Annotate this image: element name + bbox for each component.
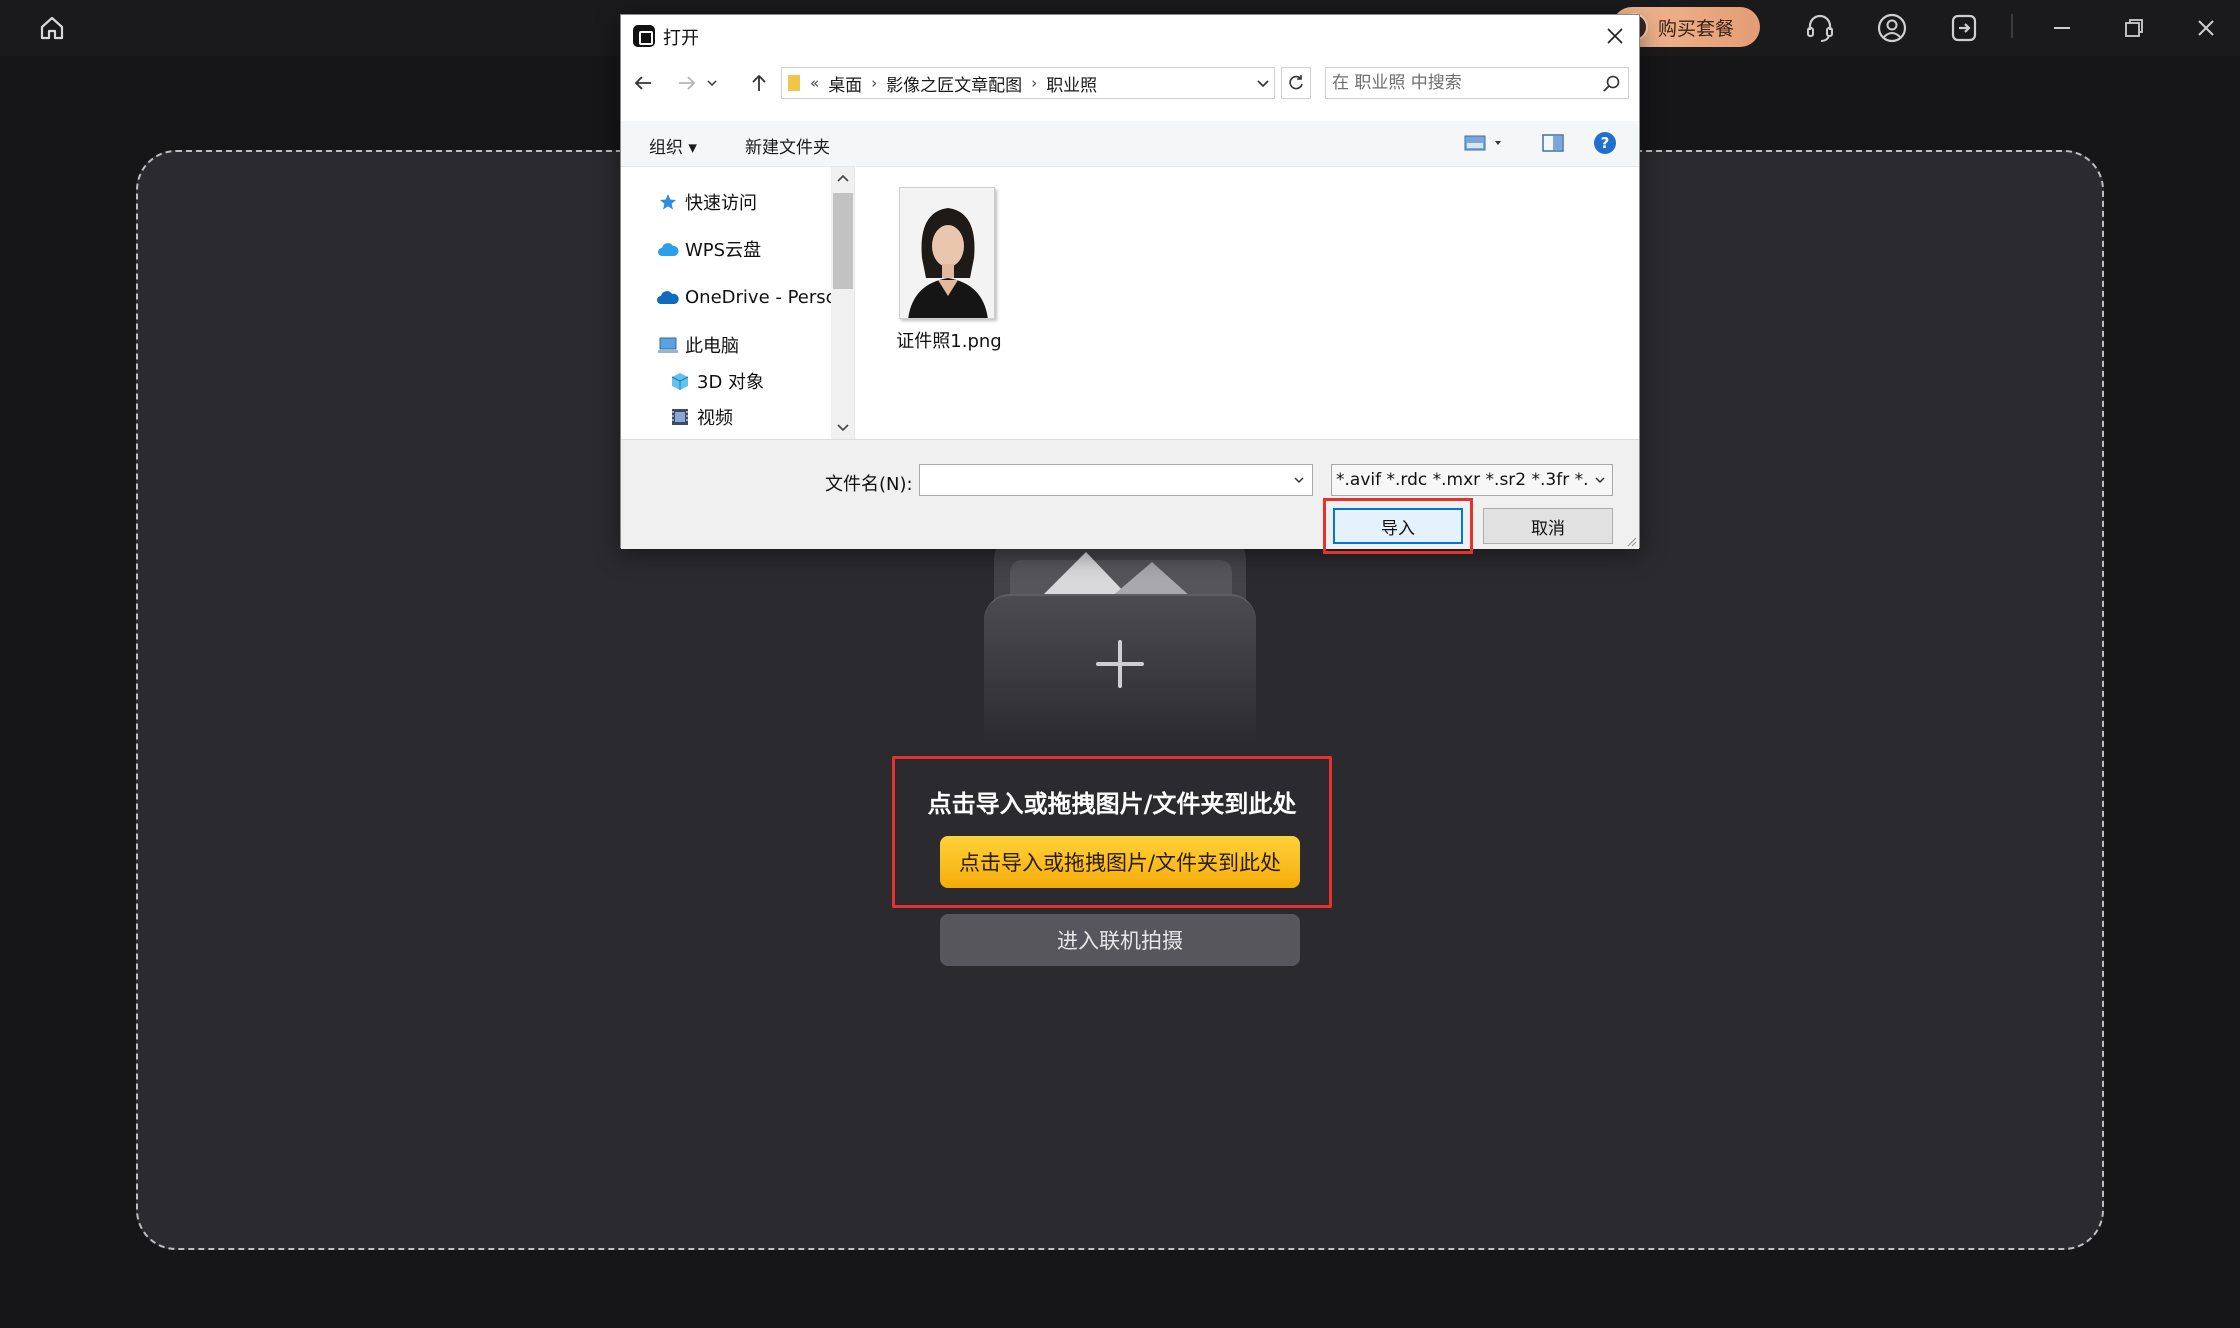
restore-icon[interactable] <box>2114 8 2154 48</box>
filename-dropdown-icon[interactable] <box>1286 465 1312 495</box>
file-item[interactable]: 证件照1.png <box>889 181 1009 352</box>
view-options-icon[interactable] <box>1461 131 1505 155</box>
buy-package-label: 购买套餐 <box>1658 17 1735 40</box>
app-window: 购买套餐 点击导入或拖拽图片/文件夹到此处 点击导入或拖拽图片/文件夹到此处 进… <box>0 0 2240 1328</box>
nav-item-label: OneDrive - Persc <box>685 286 836 308</box>
filename-label: 文件名(N): <box>825 474 913 495</box>
nav-item-label: 快速访问 <box>685 193 757 214</box>
nav-item-quick-access[interactable]: 快速访问 <box>657 187 757 217</box>
breadcrumb-item-article-images[interactable]: 影像之匠文章配图 <box>886 71 1022 96</box>
minimize-icon[interactable] <box>2042 8 2082 48</box>
onedrive-icon <box>657 288 679 306</box>
up-folder-icon[interactable] <box>745 69 773 97</box>
recent-locations-chevron-icon[interactable] <box>703 69 721 97</box>
nav-item-this-pc[interactable]: 此电脑 <box>657 330 739 360</box>
refresh-button[interactable] <box>1281 67 1311 99</box>
annotation-highlight-box <box>892 756 1332 908</box>
app-logo-icon <box>633 25 655 47</box>
filename-input[interactable] <box>924 468 1284 492</box>
annotation-highlight-box <box>1323 498 1473 554</box>
back-arrow-icon[interactable] <box>629 69 657 97</box>
address-bar[interactable]: « 桌面 › 影像之匠文章配图 › 职业照 <box>781 67 1275 99</box>
nav-item-onedrive[interactable]: OneDrive - Persc <box>657 282 836 312</box>
title-bar-divider <box>2011 14 2013 38</box>
file-type-dropdown-icon[interactable] <box>1588 465 1612 495</box>
user-account-icon[interactable] <box>1872 8 1912 48</box>
new-folder-button[interactable]: 新建文件夹 <box>745 133 830 158</box>
dialog-cancel-button[interactable]: 取消 <box>1483 508 1613 544</box>
portrait-photo-icon <box>900 188 994 318</box>
dialog-close-icon[interactable] <box>1599 21 1631 51</box>
file-type-value: *.avif *.rdc *.mxr *.sr2 *.3fr *.jf <box>1336 470 1600 490</box>
chevron-right-icon[interactable]: › <box>871 74 877 92</box>
breadcrumb-overflow[interactable]: « <box>810 74 819 92</box>
dialog-command-bar: 组织 ▾ 新建文件夹 ? <box>621 121 1639 167</box>
cube-icon <box>669 372 691 390</box>
nav-item-label: 视频 <box>697 408 733 429</box>
help-icon[interactable]: ? <box>1591 131 1619 155</box>
folder-icon <box>788 75 800 91</box>
plus-icon[interactable] <box>1096 640 1144 688</box>
navigation-scrollbar[interactable] <box>831 167 854 439</box>
cloud-icon <box>657 240 679 258</box>
resize-grip-icon[interactable] <box>1625 535 1637 547</box>
navigation-pane: 快速访问 WPS云盘 OneDrive - Persc 此电脑 3D 对象 视频 <box>621 167 855 439</box>
home-icon[interactable] <box>32 8 72 48</box>
search-icon[interactable] <box>1602 74 1622 94</box>
breadcrumb-item-desktop[interactable]: 桌面 <box>828 71 862 96</box>
refresh-icon <box>1289 75 1303 90</box>
breadcrumb-item-career-photos[interactable]: 职业照 <box>1046 71 1097 96</box>
export-icon[interactable] <box>1944 8 1984 48</box>
dialog-bottom-panel: 文件名(N): *.avif *.rdc *.mxr *.sr2 *.3fr *… <box>621 439 1639 554</box>
star-icon <box>657 193 679 211</box>
computer-icon <box>657 336 679 354</box>
scrollbar-thumb[interactable] <box>833 193 853 289</box>
close-app-icon[interactable] <box>2186 8 2226 48</box>
filename-field[interactable] <box>919 464 1313 496</box>
tethered-shooting-button[interactable]: 进入联机拍摄 <box>940 914 1300 966</box>
nav-item-label: WPS云盘 <box>685 240 762 261</box>
mountain-image-icon <box>1040 552 1192 598</box>
nav-item-wps-cloud[interactable]: WPS云盘 <box>657 234 761 264</box>
svg-text:?: ? <box>1601 134 1610 152</box>
search-box[interactable] <box>1325 67 1629 99</box>
file-list-pane: 证件照1.png <box>855 167 1639 439</box>
address-dropdown-icon[interactable] <box>1251 67 1275 99</box>
file-name: 证件照1.png <box>896 331 1002 352</box>
scroll-down-icon[interactable] <box>831 417 854 439</box>
organize-menu[interactable]: 组织 ▾ <box>649 133 697 158</box>
preview-pane-icon[interactable] <box>1539 131 1567 155</box>
dialog-title-bar: 打开 <box>621 15 1639 57</box>
file-type-select[interactable]: *.avif *.rdc *.mxr *.sr2 *.3fr *.jf <box>1331 464 1613 496</box>
nav-item-3d-objects[interactable]: 3D 对象 <box>669 366 764 396</box>
forward-arrow-icon[interactable] <box>673 69 701 97</box>
dialog-title: 打开 <box>663 28 699 49</box>
scroll-up-icon[interactable] <box>831 167 854 189</box>
nav-item-videos[interactable]: 视频 <box>669 402 733 432</box>
nav-item-label: 3D 对象 <box>697 372 765 393</box>
file-thumbnail <box>899 187 995 319</box>
video-icon <box>669 408 691 426</box>
search-input[interactable] <box>1332 71 1592 95</box>
chevron-right-icon[interactable]: › <box>1031 74 1037 92</box>
nav-item-label: 此电脑 <box>685 336 739 357</box>
dialog-navigation-row: « 桌面 › 影像之匠文章配图 › 职业照 <box>621 65 1639 101</box>
customer-service-icon[interactable] <box>1800 8 1840 48</box>
open-file-dialog: 打开 « 桌面 › 影像之匠文章配图 › 职业照 在 职业照 中搜索 组织 ▾ … <box>620 14 1640 554</box>
